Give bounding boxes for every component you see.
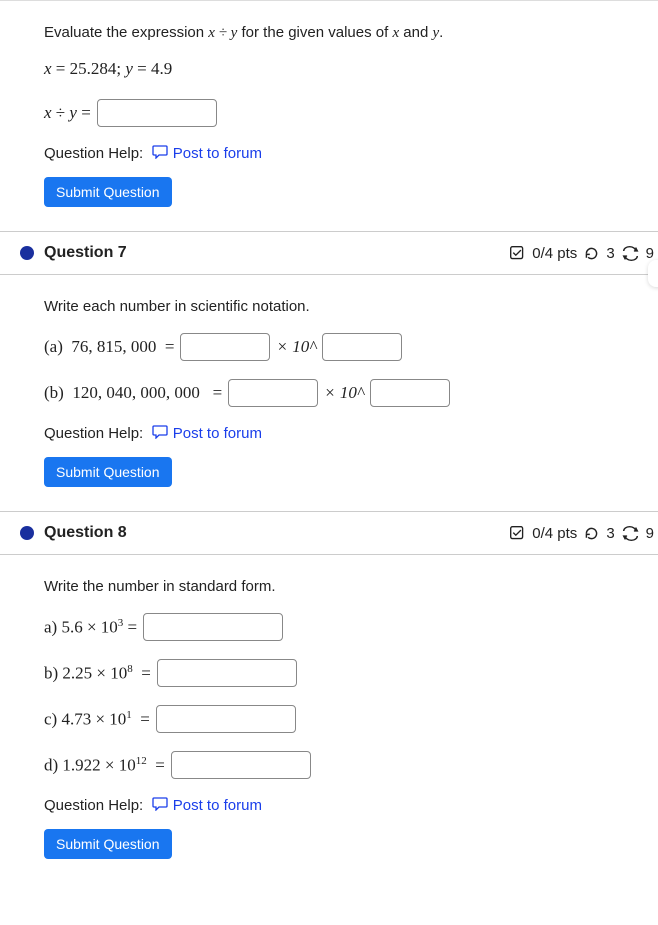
q7-pts: 0/4 pts bbox=[532, 245, 577, 262]
q7-forum-link[interactable]: Post to forum bbox=[173, 425, 262, 442]
q7-attempts: 3 bbox=[606, 245, 614, 262]
chat-icon bbox=[152, 797, 168, 815]
checkbox-icon bbox=[509, 245, 526, 262]
q6-prompt-text: Evaluate the expression bbox=[44, 24, 208, 41]
q6-answer-row: x ÷ y = bbox=[44, 99, 628, 127]
q8-part-a-row: a) 5.6 × 103 = bbox=[44, 613, 628, 641]
q8-part-c-label: c) 4.73 × 101 = bbox=[44, 709, 150, 730]
q7-submit-button[interactable]: Submit Question bbox=[44, 457, 172, 487]
q8-forum-link[interactable]: Post to forum bbox=[173, 797, 262, 814]
q7-prompt: Write each number in scientific notation… bbox=[44, 295, 628, 319]
q7-status: 0/4 pts 3 9 bbox=[509, 245, 654, 262]
q7-title: Question 7 bbox=[44, 244, 127, 262]
chat-icon bbox=[152, 145, 168, 163]
q7-b-coeff-input[interactable] bbox=[228, 379, 318, 407]
times-10-label: × 10^ bbox=[324, 383, 364, 403]
q8-help-label: Question Help: bbox=[44, 797, 143, 814]
q6-answer-label: x ÷ y = bbox=[44, 103, 91, 123]
q6-help-row: Question Help: Post to forum bbox=[44, 145, 628, 163]
q7-part-b-label: (b) 120, 040, 000, 000 = bbox=[44, 383, 222, 403]
q8-part-b-row: b) 2.25 × 108 = bbox=[44, 659, 628, 687]
question-8-body: Write the number in standard form. a) 5.… bbox=[44, 555, 628, 859]
q6-help-label: Question Help: bbox=[44, 145, 143, 162]
q7-help-row: Question Help: Post to forum bbox=[44, 425, 628, 443]
question-7-body: Write each number in scientific notation… bbox=[44, 275, 628, 511]
q8-submit-button[interactable]: Submit Question bbox=[44, 829, 172, 859]
q8-help-row: Question Help: Post to forum bbox=[44, 797, 628, 815]
retry-icon bbox=[583, 245, 600, 262]
q8-cycles: 9 bbox=[646, 525, 654, 542]
question-6-body: Evaluate the expression x ÷ y for the gi… bbox=[44, 1, 628, 231]
q7-part-b-row: (b) 120, 040, 000, 000 = × 10^ bbox=[44, 379, 628, 407]
side-tab[interactable]: Que bbox=[648, 260, 658, 287]
q8-part-b-label: b) 2.25 × 108 = bbox=[44, 663, 151, 684]
q8-part-c-row: c) 4.73 × 101 = bbox=[44, 705, 628, 733]
q8-title: Question 8 bbox=[44, 524, 127, 542]
q8-part-d-label: d) 1.922 × 1012 = bbox=[44, 755, 165, 776]
q7-cycles: 9 bbox=[646, 245, 654, 262]
times-10-label: × 10^ bbox=[276, 337, 316, 357]
q8-c-input[interactable] bbox=[156, 705, 296, 733]
retry-icon bbox=[583, 525, 600, 542]
q8-b-input[interactable] bbox=[157, 659, 297, 687]
cycle-icon bbox=[621, 245, 640, 262]
q8-part-d-row: d) 1.922 × 1012 = bbox=[44, 751, 628, 779]
q7-part-a-label: (a) 76, 815, 000 = bbox=[44, 337, 174, 357]
q8-prompt: Write the number in standard form. bbox=[44, 575, 628, 599]
q8-attempts: 3 bbox=[606, 525, 614, 542]
q6-answer-input[interactable] bbox=[97, 99, 217, 127]
cycle-icon bbox=[621, 525, 640, 542]
chat-icon bbox=[152, 425, 168, 443]
q8-a-input[interactable] bbox=[143, 613, 283, 641]
q7-help-label: Question Help: bbox=[44, 425, 143, 442]
q7-a-coeff-input[interactable] bbox=[180, 333, 270, 361]
q8-pts: 0/4 pts bbox=[532, 525, 577, 542]
q6-expr: x ÷ y bbox=[208, 25, 237, 41]
q6-forum-link[interactable]: Post to forum bbox=[173, 145, 262, 162]
q8-status: 0/4 pts 3 9 bbox=[509, 525, 654, 542]
q6-prompt: Evaluate the expression x ÷ y for the gi… bbox=[44, 21, 628, 45]
q8-d-input[interactable] bbox=[171, 751, 311, 779]
q7-part-a-row: (a) 76, 815, 000 = × 10^ bbox=[44, 333, 628, 361]
status-dot-icon bbox=[20, 526, 34, 540]
q7-a-exp-input[interactable] bbox=[322, 333, 402, 361]
status-dot-icon bbox=[20, 246, 34, 260]
q8-part-a-label: a) 5.6 × 103 = bbox=[44, 617, 137, 638]
q7-b-exp-input[interactable] bbox=[370, 379, 450, 407]
q8-header: Question 8 0/4 pts 3 9 bbox=[0, 511, 658, 555]
q7-header: Question 7 0/4 pts 3 9 bbox=[0, 231, 658, 275]
checkbox-icon bbox=[509, 525, 526, 542]
q6-submit-button[interactable]: Submit Question bbox=[44, 177, 172, 207]
q6-given: x = 25.284; y = 4.9 bbox=[44, 59, 628, 79]
